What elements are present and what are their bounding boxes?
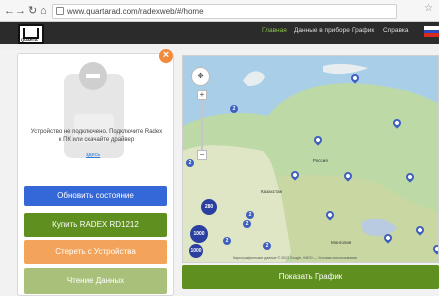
buy-radex-button[interactable]: Купить RADEX RD1212 bbox=[24, 213, 167, 237]
map-cluster[interactable]: 1000 bbox=[190, 225, 208, 243]
map-cluster[interactable]: 2 bbox=[246, 211, 254, 219]
quarta-logo[interactable]: QUARTA bbox=[18, 24, 44, 44]
forward-arrow-icon[interactable]: → bbox=[15, 4, 26, 18]
driver-download-link[interactable]: здесь bbox=[86, 152, 100, 158]
map-cluster[interactable]: 2 bbox=[186, 159, 194, 167]
read-data-button[interactable]: Чтение Данных bbox=[24, 268, 167, 294]
url-text: www.quartarad.com/radexweb/#/home bbox=[67, 7, 204, 16]
address-bar[interactable]: www.quartarad.com/radexweb/#/home bbox=[52, 4, 397, 19]
nav-help[interactable]: Справка bbox=[383, 27, 409, 34]
zoom-slider[interactable] bbox=[201, 95, 203, 155]
zoom-in-button[interactable]: + bbox=[197, 90, 207, 100]
map-label-russia: Россия bbox=[313, 158, 328, 163]
browser-toolbar: ← → ↻ ⌂ www.quartarad.com/radexweb/#/hom… bbox=[0, 0, 439, 22]
nav-graph[interactable]: График bbox=[352, 27, 374, 34]
nav-home[interactable]: Главная bbox=[262, 27, 287, 34]
map-cluster[interactable]: 280 bbox=[201, 199, 217, 215]
map-cluster[interactable]: 2 bbox=[230, 105, 238, 113]
back-arrow-icon[interactable]: ← bbox=[4, 4, 15, 18]
map-cluster[interactable]: 1000 bbox=[189, 244, 203, 258]
page-icon bbox=[56, 7, 64, 15]
zoom-out-button[interactable]: − bbox=[197, 150, 207, 160]
map-land bbox=[183, 63, 438, 262]
map-view[interactable]: Россия Казахстан Монголия Картографическ… bbox=[182, 55, 439, 263]
map-label-mongolia: Монголия bbox=[331, 240, 352, 245]
map-cluster[interactable]: 2 bbox=[243, 220, 251, 228]
map-pan-control[interactable]: ✥ bbox=[191, 67, 210, 86]
reload-icon[interactable]: ↻ bbox=[28, 4, 37, 18]
show-graph-button[interactable]: Показать График bbox=[182, 265, 439, 289]
close-icon[interactable]: × bbox=[159, 49, 173, 63]
russian-flag-icon[interactable] bbox=[424, 26, 439, 37]
minus-icon bbox=[86, 74, 100, 78]
map-label-kazakhstan: Казахстан bbox=[261, 189, 283, 194]
map-cluster[interactable]: 2 bbox=[263, 242, 271, 250]
refresh-status-button[interactable]: Обновить состояние bbox=[24, 186, 167, 206]
map-attribution: Картографические данные © 2013 Google, I… bbox=[233, 256, 357, 260]
erase-device-button[interactable]: Стереть с Устройства bbox=[24, 240, 167, 264]
home-icon[interactable]: ⌂ bbox=[40, 4, 47, 18]
bookmark-star-icon[interactable]: ☆ bbox=[424, 3, 433, 14]
map-cluster[interactable]: 2 bbox=[223, 237, 231, 245]
connection-message: Устройство не подключено. Подключите Rad… bbox=[30, 129, 163, 143]
content-gap bbox=[0, 44, 439, 50]
nav-device-data[interactable]: Данные в приборе bbox=[294, 27, 350, 34]
